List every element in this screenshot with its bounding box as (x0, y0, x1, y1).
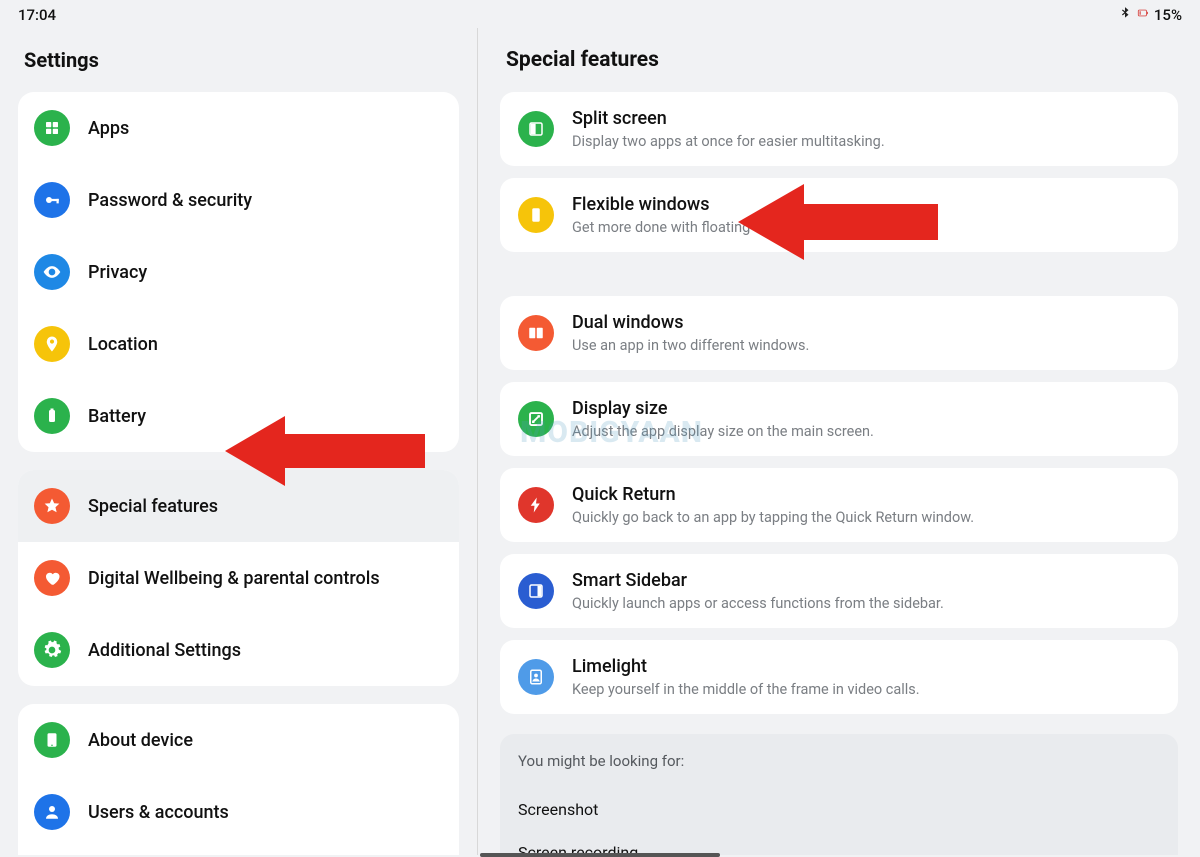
feature-desc: Quickly launch apps or access functions … (572, 595, 944, 612)
suggestions-title: You might be looking for: (518, 752, 1160, 770)
sidebar-item-additional-settings[interactable]: Additional Settings (18, 614, 459, 686)
sidebar-item-digital-wellbeing[interactable]: Digital Wellbeing & parental controls (18, 542, 459, 614)
suggestions-section: You might be looking for: ScreenshotScre… (500, 734, 1178, 855)
feature-title: Quick Return (572, 484, 974, 505)
nav-handle[interactable] (480, 853, 720, 857)
feature-title: Display size (572, 398, 874, 419)
sidebar-item-label: Users & accounts (88, 802, 229, 823)
pin-icon (34, 326, 70, 362)
settings-title: Settings (18, 28, 459, 92)
feature-smart-sidebar[interactable]: Smart Sidebar Quickly launch apps or acce… (500, 554, 1178, 628)
main-container: Settings Apps Password & security Privacy L… (0, 28, 1200, 855)
feature-texts: Smart Sidebar Quickly launch apps or acce… (572, 570, 944, 612)
detail-title: Special features (500, 28, 1178, 92)
portrait-icon (518, 659, 554, 695)
sidebar-item-label: Battery (88, 406, 146, 427)
status-right: 15% (1118, 6, 1182, 24)
feature-texts: Split screen Display two apps at once for… (572, 108, 885, 150)
feature-texts: Quick Return Quickly go back to an app by… (572, 484, 974, 526)
battery-percent: 15% (1154, 6, 1182, 24)
feature-texts: Dual windows Use an app in two different … (572, 312, 809, 354)
sidebar-item-google[interactable]: Google (18, 848, 459, 855)
heart-icon (34, 560, 70, 596)
window-icon (518, 197, 554, 233)
sidebar-item-password-security[interactable]: Password & security (18, 164, 459, 236)
sidebar-item-label: Location (88, 334, 158, 355)
status-time: 17:04 (18, 6, 56, 24)
sidebar-item-privacy[interactable]: Privacy (18, 236, 459, 308)
key-icon (34, 182, 70, 218)
feature-desc: Get more done with floating windows. (572, 219, 815, 236)
feature-limelight[interactable]: Limelight Keep yourself in the middle of … (500, 640, 1178, 714)
person-icon (34, 794, 70, 830)
feature-title: Dual windows (572, 312, 809, 333)
dual-icon (518, 315, 554, 351)
feature-texts: Display size Adjust the app display size … (572, 398, 874, 440)
star-icon (34, 488, 70, 524)
sidebar-item-label: Digital Wellbeing & parental controls (88, 568, 380, 589)
feature-quick-return[interactable]: Quick Return Quickly go back to an app by… (500, 468, 1178, 542)
tablet-icon (34, 722, 70, 758)
feature-display-size[interactable]: Display size Adjust the app display size … (500, 382, 1178, 456)
suggestion-item[interactable]: Screenshot (518, 788, 1160, 831)
sidebar-item-label: Special features (88, 496, 218, 517)
sidebar-item-special-features[interactable]: Special features (18, 470, 459, 542)
sidebar-item-label: Additional Settings (88, 640, 241, 661)
settings-group: About device Users & accounts Google (18, 704, 459, 855)
feature-flexible-windows[interactable]: Flexible windows Get more done with float… (500, 178, 1178, 252)
sidebar-item-label: Privacy (88, 262, 147, 283)
feature-title: Split screen (572, 108, 885, 129)
feature-desc: Quickly go back to an app by tapping the… (572, 509, 974, 526)
feature-title: Limelight (572, 656, 920, 677)
feature-desc: Adjust the app display size on the main … (572, 423, 874, 440)
battery-icon (34, 398, 70, 434)
detail-pane[interactable]: Special features Split screen Display two… (478, 28, 1200, 855)
sidebar-item-battery[interactable]: Battery (18, 380, 459, 452)
settings-sidebar[interactable]: Settings Apps Password & security Privacy L… (0, 28, 478, 855)
status-bar: 17:04 15% (0, 0, 1200, 28)
eye-icon (34, 254, 70, 290)
feature-texts: Flexible windows Get more done with float… (572, 194, 815, 236)
sidebar-item-label: Password & security (88, 190, 252, 211)
sidebar-item-label: About device (88, 730, 193, 751)
feature-desc: Display two apps at once for easier mult… (572, 133, 885, 150)
sidebar-item-location[interactable]: Location (18, 308, 459, 380)
feature-title: Smart Sidebar (572, 570, 944, 591)
feature-desc: Keep yourself in the middle of the frame… (572, 681, 920, 698)
sidebar-icon (518, 573, 554, 609)
expand-icon (518, 401, 554, 437)
bolt-icon (518, 487, 554, 523)
settings-group: Special features Digital Wellbeing & pare… (18, 470, 459, 686)
grid-icon (34, 110, 70, 146)
bluetooth-icon (1118, 6, 1132, 24)
feature-desc: Use an app in two different windows. (572, 337, 809, 354)
gear-icon (34, 632, 70, 668)
suggestion-item[interactable]: Screen recording (518, 831, 1160, 855)
feature-split-screen[interactable]: Split screen Display two apps at once for… (500, 92, 1178, 166)
sidebar-item-about-device[interactable]: About device (18, 704, 459, 776)
split-icon (518, 111, 554, 147)
sidebar-item-label: Apps (88, 118, 129, 139)
feature-texts: Limelight Keep yourself in the middle of … (572, 656, 920, 698)
sidebar-item-users-accounts[interactable]: Users & accounts (18, 776, 459, 848)
battery-low-icon (1136, 6, 1150, 24)
settings-group: Apps Password & security Privacy Location Ba… (18, 92, 459, 452)
feature-dual-windows[interactable]: Dual windows Use an app in two different … (500, 296, 1178, 370)
feature-title: Flexible windows (572, 194, 815, 215)
sidebar-item-apps[interactable]: Apps (18, 92, 459, 164)
